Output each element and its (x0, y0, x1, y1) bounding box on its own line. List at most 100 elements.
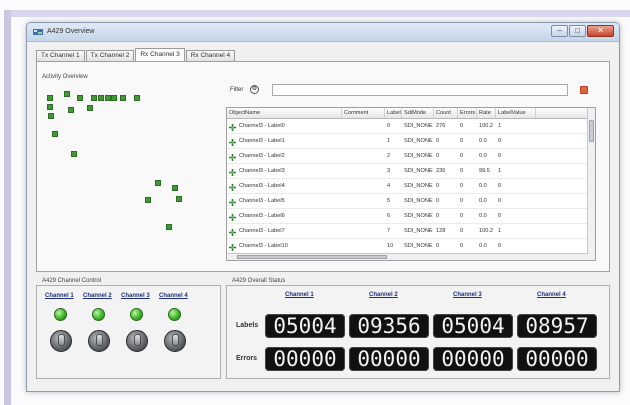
tab-rx-channel-4[interactable]: Rx Channel 4 (185, 50, 236, 61)
table-cell-errors: 0 (460, 123, 464, 129)
channel-toggle-switch[interactable] (164, 330, 186, 352)
table-cell-objectname: Channel3 - Label4 (227, 179, 342, 193)
activity-indicator (134, 95, 140, 101)
switch-lever[interactable] (134, 334, 141, 346)
label-object-icon (229, 183, 236, 191)
table-cell-label: 7 (387, 228, 391, 234)
control-channel-label[interactable]: Channel 1 (45, 293, 74, 299)
minimize-button[interactable]: – (551, 25, 568, 37)
table-row[interactable]: Channel3 - Label4 4 SDI_NONE 0 0 0.0 0 (227, 179, 595, 194)
table-cell-sdi: SDI_NONE (404, 243, 433, 249)
tab-tx-channel-2[interactable]: Tx Channel 2 (85, 50, 135, 61)
activity-indicator (145, 197, 151, 203)
channel-toggle-switch[interactable] (88, 330, 110, 352)
table-cell-value: 1 (498, 228, 502, 234)
gear-icon[interactable]: ⚙ (250, 85, 259, 94)
table-cell-comment (342, 239, 385, 253)
table-row[interactable]: Channel3 - Label1 1 SDI_NONE 0 0 0.0 0 (227, 134, 595, 149)
table-cell-rate: 100.2 (479, 123, 493, 129)
activity-indicator (166, 224, 172, 230)
labels-counter: 05004 (433, 314, 513, 338)
close-button[interactable]: ✕ (587, 25, 614, 37)
column-header-count[interactable]: Count (434, 108, 458, 118)
channel-toggle-switch[interactable] (50, 330, 72, 352)
table-cell-value: 0 (498, 243, 502, 249)
column-header-sdimode[interactable]: SdiMode (402, 108, 434, 118)
table-cell-objectname: Channel3 - Label10 (227, 239, 342, 253)
table-cell-value: 1 (498, 168, 502, 174)
table-cell-sdi: SDI_NONE (404, 123, 433, 129)
clear-filter-icon[interactable] (580, 86, 588, 94)
activity-indicator (47, 104, 53, 110)
title-bar[interactable]: A429 Overview – □ ✕ (27, 23, 619, 42)
window-controls: – □ ✕ (551, 25, 614, 37)
table-row[interactable]: Channel3 - Label0 0 SDI_NONE 276 0 100.2 1 (227, 119, 595, 134)
tab-tx-channel-1[interactable]: Tx Channel 1 (36, 50, 85, 61)
errors-counter: 00000 (349, 347, 429, 371)
table-cell-label: 4 (387, 183, 391, 189)
label-object-icon (229, 153, 236, 161)
table-cell-comment (342, 194, 385, 208)
table-cell-errors: 0 (460, 228, 464, 234)
switch-lever[interactable] (172, 334, 179, 346)
column-header-objectname[interactable]: ObjectName (227, 108, 342, 118)
filter-input[interactable] (272, 84, 568, 96)
channel-tabs: Tx Channel 1 Tx Channel 2 Rx Channel 3 R… (36, 48, 236, 61)
table-row[interactable]: Channel3 - Label3 3 SDI_NONE 236 0 99.5 1 (227, 164, 595, 179)
table-cell-objectname: Channel3 - Label1 (227, 134, 342, 148)
table-row[interactable]: Channel3 - Label5 5 SDI_NONE 0 0 0.0 0 (227, 194, 595, 209)
table-row[interactable]: Channel3 - Label7 7 SDI_NONE 128 0 100.2 1 (227, 224, 595, 239)
control-channel-label[interactable]: Channel 4 (159, 293, 188, 299)
channel-status-led (130, 308, 143, 321)
channel-status-led (168, 308, 181, 321)
table-vertical-scrollbar[interactable] (587, 108, 595, 260)
table-cell-label: 2 (387, 153, 391, 159)
activity-indicator (91, 95, 97, 101)
table-cell-count: 128 (436, 228, 446, 234)
table-cell-objectname: Channel3 - Label5 (227, 194, 342, 208)
control-channel-label[interactable]: Channel 3 (121, 293, 150, 299)
table-cell-label: 5 (387, 198, 391, 204)
table-cell-label: 0 (387, 123, 391, 129)
table-cell-errors: 0 (460, 213, 464, 219)
column-header-label[interactable]: Label (385, 108, 402, 118)
activity-indicator (172, 185, 178, 191)
column-header-comment[interactable]: Comment (342, 108, 385, 118)
activity-indicator (120, 95, 126, 101)
activity-indicator (176, 196, 182, 202)
activity-indicator (47, 95, 53, 101)
table-row[interactable]: Channel3 - Label2 2 SDI_NONE 0 0 0.0 0 (227, 149, 595, 164)
channel-toggle-switch[interactable] (126, 330, 148, 352)
activity-indicator (111, 95, 117, 101)
switch-lever[interactable] (96, 334, 103, 346)
table-row[interactable]: Channel3 - Label6 6 SDI_NONE 0 0 0.0 0 (227, 209, 595, 224)
table-row[interactable]: Channel3 - Label10 10 SDI_NONE 0 0 0.0 0 (227, 239, 595, 254)
table-cell-comment (342, 134, 385, 148)
channel-status-led (54, 308, 67, 321)
table-horizontal-scrollbar[interactable] (227, 253, 589, 260)
table-cell-count: 0 (436, 198, 440, 204)
table-cell-sdi: SDI_NONE (404, 228, 433, 234)
table-cell-value: 0 (498, 183, 502, 189)
control-channel-label[interactable]: Channel 2 (83, 293, 112, 299)
table-cell-rate: 0.0 (479, 198, 487, 204)
activity-indicator (77, 95, 83, 101)
scroll-thumb[interactable] (237, 255, 387, 259)
table-cell-comment (342, 209, 385, 223)
status-channel-label: Channel 2 (369, 292, 398, 298)
table-cell-errors: 0 (460, 243, 464, 249)
switch-lever[interactable] (58, 334, 65, 346)
maximize-button[interactable]: □ (569, 25, 586, 37)
tab-rx-channel-3[interactable]: Rx Channel 3 (135, 48, 185, 61)
table-cell-sdi: SDI_NONE (404, 183, 433, 189)
activity-indicator (155, 180, 161, 186)
column-header-errors[interactable]: Errors (458, 108, 477, 118)
column-header-labelvalue[interactable]: LabelValue (496, 108, 536, 118)
table-cell-value: 0 (498, 198, 502, 204)
scroll-thumb[interactable] (589, 120, 594, 142)
column-header-rate[interactable]: Rate (477, 108, 496, 118)
table-cell-label: 6 (387, 213, 391, 219)
table-cell-errors: 0 (460, 198, 464, 204)
window-title: A429 Overview (47, 28, 95, 35)
activity-indicator (87, 105, 93, 111)
